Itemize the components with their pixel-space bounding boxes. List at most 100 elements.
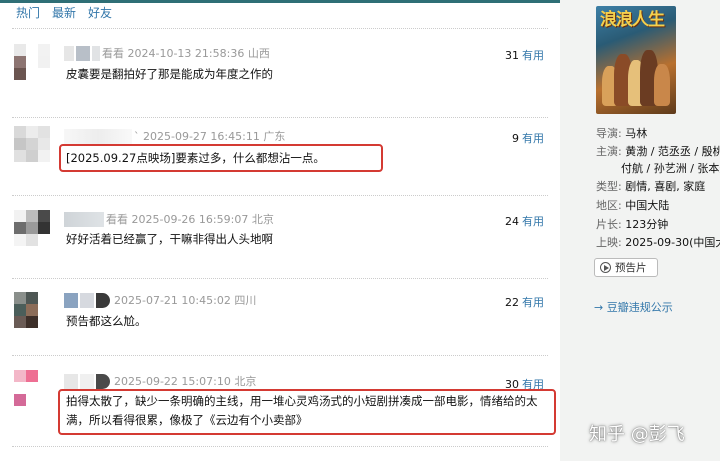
- comment-meta: ` 2025-09-27 16:45:11 广东: [64, 128, 285, 144]
- avatar-pixel: [14, 234, 26, 246]
- divider: [12, 355, 548, 356]
- avatar-pixel: [14, 292, 26, 304]
- cast-names-2[interactable]: 付航 / 孙艺洲 / 张本煜: [621, 162, 720, 175]
- avatar-pixel: [38, 222, 50, 234]
- director-name[interactable]: 马林: [625, 127, 647, 140]
- movie-length: 片长: 123分钟: [596, 216, 720, 233]
- username-blur: [92, 45, 100, 61]
- avatar-pixel: [26, 394, 38, 406]
- divider: [12, 28, 548, 29]
- divider: [12, 446, 548, 447]
- avatar-pixel: [26, 234, 38, 246]
- divider: [12, 117, 548, 118]
- useful-vote[interactable]: 31 有用: [505, 47, 544, 63]
- comment-meta: 2025-07-21 10:45:02 四川: [64, 292, 256, 308]
- username-blur: [64, 45, 74, 61]
- release-label: 上映:: [596, 236, 622, 249]
- avatar-pixel: [14, 316, 26, 328]
- director-label: 导演:: [596, 127, 622, 140]
- username-blur: [64, 292, 78, 308]
- username-blur: [64, 211, 104, 227]
- movie-genre: 类型: 剧情, 喜剧, 家庭: [596, 178, 720, 195]
- violation-notice-link[interactable]: → 豆瓣违规公示: [594, 299, 673, 315]
- avatar[interactable]: [14, 126, 50, 162]
- useful-vote[interactable]: 24 有用: [505, 213, 544, 229]
- avatar-pixel: [38, 138, 50, 150]
- avatar-pixel: [14, 210, 26, 222]
- username-blur: [96, 292, 110, 308]
- avatar[interactable]: [14, 370, 50, 406]
- avatar-pixel: [38, 126, 50, 138]
- useful-vote[interactable]: 9 有用: [512, 130, 544, 146]
- avatar-pixel: [14, 382, 26, 394]
- comment-text: 预告都这么尬。: [66, 314, 147, 328]
- comment-item: 看看 2024-10-13 21:58:36 山西 31 有用 皮囊要是翻拍好了那…: [0, 40, 560, 118]
- movie-director: 导演: 马林: [596, 125, 720, 142]
- avatar-pixel: [38, 56, 50, 68]
- useful-button[interactable]: 有用: [522, 132, 544, 145]
- avatar-pixel: [38, 150, 50, 162]
- avatar[interactable]: [14, 44, 50, 80]
- useful-button[interactable]: 有用: [522, 49, 544, 62]
- comment-timestamp: 看看 2025-09-26 16:59:07 北京: [106, 213, 274, 226]
- avatar-pixel: [38, 68, 50, 80]
- vote-count: 22: [505, 296, 519, 309]
- username-blur: [80, 373, 94, 389]
- movie-poster[interactable]: 浪浪人生: [596, 6, 676, 114]
- cast-label: 主演:: [596, 145, 622, 158]
- avatar-pixel: [14, 150, 26, 162]
- useful-button[interactable]: 有用: [522, 296, 544, 309]
- genre-label: 类型:: [596, 180, 622, 193]
- avatar-pixel: [26, 304, 38, 316]
- play-icon: [600, 262, 611, 273]
- poster-figures: [602, 46, 670, 106]
- comment-meta: 2025-09-22 15:07:10 北京: [64, 373, 256, 389]
- avatar-pixel: [38, 394, 50, 406]
- length-value: 123分钟: [625, 218, 669, 231]
- comment-text: 皮囊要是翻拍好了那是能成为年度之作的: [66, 67, 273, 81]
- useful-button[interactable]: 有用: [522, 215, 544, 228]
- avatar-pixel: [14, 304, 26, 316]
- trailer-label: 预告片: [615, 262, 647, 274]
- movie-cast-continued: 付航 / 孙艺洲 / 张本煜: [596, 160, 720, 177]
- tab-latest[interactable]: 最新: [52, 6, 76, 22]
- highlight-box: [59, 144, 383, 172]
- avatar-pixel: [26, 316, 38, 328]
- vote-count: 9: [512, 132, 519, 145]
- avatar[interactable]: [14, 210, 50, 246]
- avatar-pixel: [14, 138, 26, 150]
- avatar-pixel: [38, 234, 50, 246]
- release-value: 2025-09-30(中国大陆): [625, 236, 720, 249]
- useful-vote[interactable]: 22 有用: [505, 294, 544, 310]
- username-blur: [64, 128, 132, 144]
- vote-count: 24: [505, 215, 519, 228]
- cast-names[interactable]: 黄渤 / 范丞丞 / 殷桃 /: [625, 145, 720, 158]
- comment-sort-tabs: 热门 最新 好友: [16, 6, 112, 22]
- avatar[interactable]: [14, 292, 50, 328]
- avatar-pixel: [14, 222, 26, 234]
- username-blur: [76, 45, 90, 61]
- avatar-pixel: [38, 304, 50, 316]
- region-label: 地区:: [596, 199, 622, 212]
- divider: [12, 278, 548, 279]
- trailer-button[interactable]: 预告片: [594, 258, 658, 277]
- avatar-pixel: [14, 44, 26, 56]
- avatar-pixel: [26, 382, 38, 394]
- poster-title: 浪浪人生: [600, 10, 665, 30]
- avatar-pixel: [38, 382, 50, 394]
- length-label: 片长:: [596, 218, 622, 231]
- comment-text: 好好活着已经赢了，干嘛非得出人头地啊: [66, 232, 273, 246]
- movie-region: 地区: 中国大陆: [596, 197, 720, 214]
- avatar-pixel: [26, 292, 38, 304]
- avatar-pixel: [38, 292, 50, 304]
- avatar-pixel: [38, 210, 50, 222]
- avatar-pixel: [26, 126, 38, 138]
- movie-cast: 主演: 黄渤 / 范丞丞 / 殷桃 /: [596, 143, 720, 160]
- username-blur: [80, 292, 94, 308]
- tab-friends[interactable]: 好友: [88, 6, 112, 22]
- avatar-pixel: [38, 44, 50, 56]
- comment-timestamp: 2025-09-22 15:07:10 北京: [114, 375, 257, 388]
- region-value: 中国大陆: [625, 199, 670, 212]
- comment-timestamp: 看看 2024-10-13 21:58:36 山西: [102, 47, 270, 60]
- tab-hot[interactable]: 热门: [16, 6, 40, 22]
